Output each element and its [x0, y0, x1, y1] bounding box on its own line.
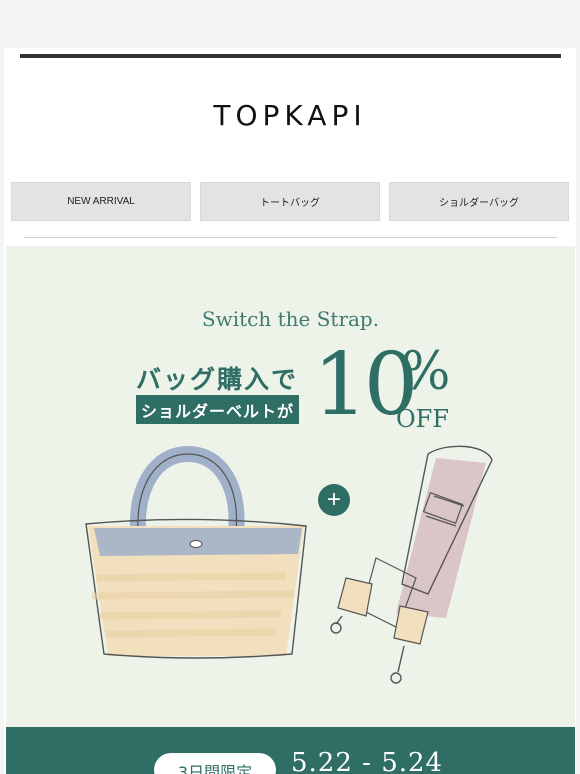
limited-days-badge: 3日間限定	[154, 753, 276, 774]
promo-banner[interactable]: Switch the Strap. バッグ購入で ショルダーベルトが 10 % …	[6, 246, 575, 774]
sale-dates: 5.22 - 5.24	[291, 748, 444, 774]
banner-tagline: Switch the Strap.	[201, 307, 380, 331]
banner-sub-label: ショルダーベルトが	[136, 395, 299, 424]
divider	[24, 237, 557, 238]
tote-bag-illustration	[85, 446, 307, 659]
discount-percent: %	[401, 342, 451, 402]
top-bar	[0, 0, 580, 48]
nav-new-arrival[interactable]: NEW ARRIVAL	[11, 182, 191, 221]
nav-tote-bag[interactable]: トートバッグ	[200, 182, 380, 221]
nav-shoulder-bag[interactable]: ショルダーバッグ	[389, 182, 569, 221]
top-rule	[20, 54, 561, 58]
shoulder-strap-illustration	[330, 445, 493, 684]
brand-logo[interactable]: TOPKAPI	[0, 99, 580, 132]
discount-off: OFF	[396, 405, 449, 433]
banner-headline: バッグ購入で	[136, 365, 299, 394]
